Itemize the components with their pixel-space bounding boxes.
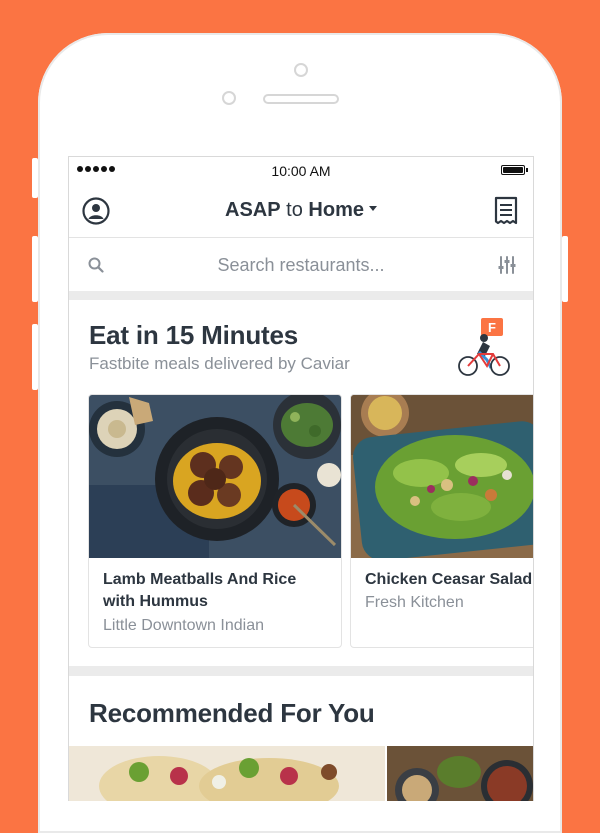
proximity-sensor — [222, 91, 236, 105]
meal-card[interactable]: Lamb Meatballs And Rice with Hummus Litt… — [88, 394, 342, 648]
destination-label: Home — [308, 199, 364, 221]
delivery-selector[interactable]: ASAP to Home — [69, 199, 533, 222]
section-subtitle: Fastbite meals delivered by Caviar — [89, 354, 350, 373]
earpiece-speaker — [263, 94, 339, 104]
app-screen: 10:00 AM ASAP to Home Search restaurants… — [68, 156, 534, 801]
side-button — [32, 236, 38, 302]
side-button — [562, 236, 568, 302]
bike-courier-icon: F — [458, 318, 510, 376]
to-label: to — [286, 199, 303, 221]
receipt-icon[interactable] — [492, 196, 520, 226]
fastbite-section: Eat in 15 Minutes Fastbite meals deliver… — [69, 300, 533, 666]
filter-icon[interactable] — [497, 255, 517, 275]
meal-name: Chicken Ceasar Salad — [365, 571, 533, 588]
recommended-photo-tacos[interactable] — [69, 746, 385, 801]
asap-label: ASAP — [225, 199, 281, 221]
search-input[interactable] — [129, 252, 473, 278]
meal-name: Lamb Meatballs And Rice with Hummus — [103, 571, 297, 610]
courier-badge-letter: F — [488, 320, 496, 335]
side-button — [32, 158, 38, 198]
status-time: 10:00 AM — [271, 163, 331, 179]
front-camera — [294, 63, 308, 77]
chevron-down-icon — [368, 206, 377, 212]
recommended-photo-bowl[interactable] — [387, 746, 533, 801]
meal-photo-caesar-salad — [351, 395, 533, 558]
restaurant-name: Little Downtown Indian — [103, 617, 264, 634]
section-title: Recommended For You — [89, 698, 375, 728]
search-icon — [88, 257, 104, 273]
side-button — [32, 324, 38, 390]
meal-card[interactable]: Chicken Ceasar Salad Fresh Kitchen — [350, 394, 533, 648]
status-bar: 10:00 AM — [69, 157, 533, 183]
nav-bar: ASAP to Home — [69, 183, 533, 237]
search-bar — [69, 237, 533, 291]
section-title: Eat in 15 Minutes — [89, 320, 298, 350]
meal-photo-lamb-meatballs — [89, 395, 341, 558]
battery-icon — [501, 165, 528, 175]
restaurant-name: Fresh Kitchen — [365, 594, 464, 611]
